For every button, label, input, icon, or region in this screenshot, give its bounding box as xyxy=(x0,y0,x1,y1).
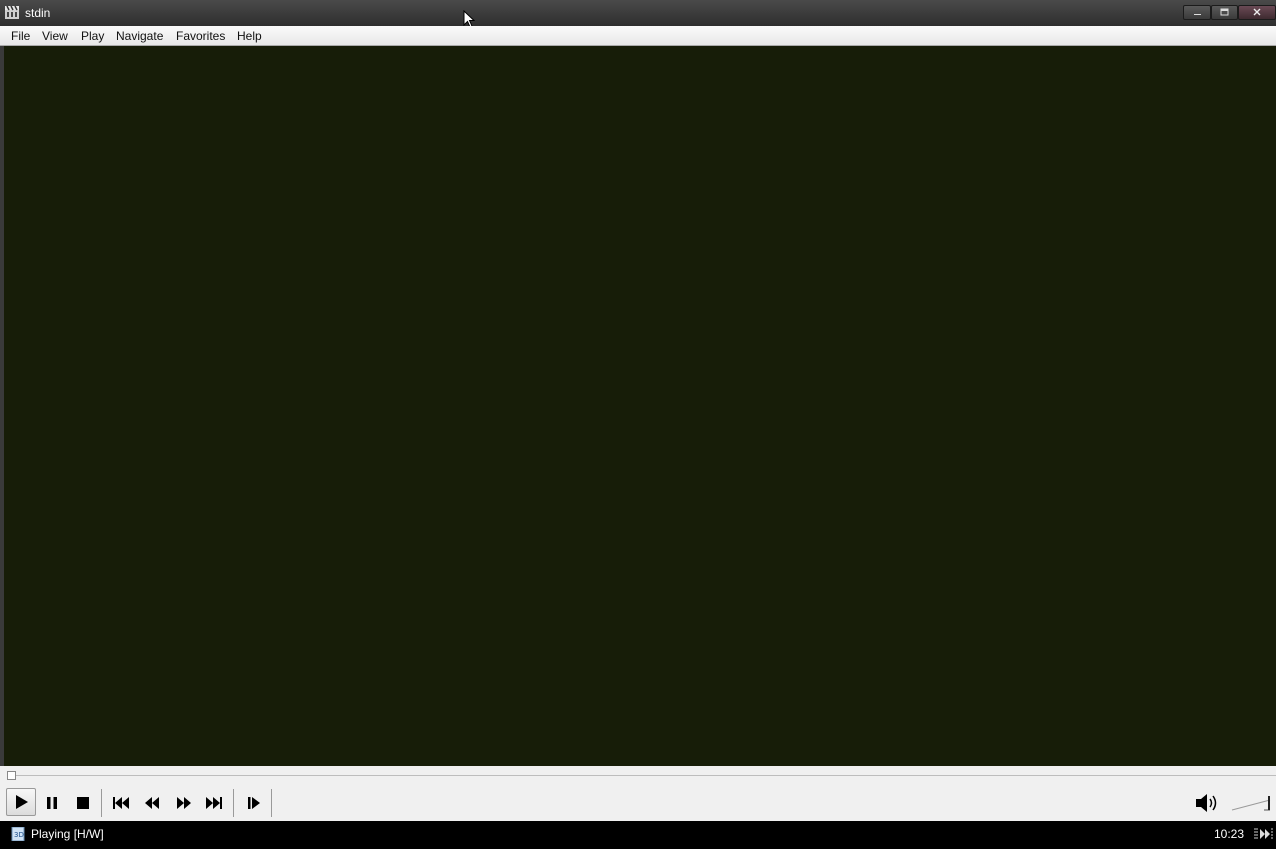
skip-back-icon xyxy=(113,797,129,809)
title-bar[interactable]: stdin xyxy=(0,0,1276,28)
seek-bar[interactable] xyxy=(0,766,1276,786)
playback-controls xyxy=(0,786,1276,821)
stop-button[interactable] xyxy=(69,791,97,815)
skip-forward-icon xyxy=(206,797,222,809)
window-title: stdin xyxy=(25,6,51,20)
playback-time: 10:23 xyxy=(1214,827,1245,841)
skip-forward-button[interactable] xyxy=(200,791,228,815)
fast-forward-icon xyxy=(177,797,191,809)
playback-status: Playing [H/W] xyxy=(31,827,104,841)
rewind-button[interactable] xyxy=(138,791,166,815)
menu-play[interactable]: Play xyxy=(81,29,104,43)
svg-text:3D: 3D xyxy=(14,831,24,839)
pause-button[interactable] xyxy=(38,791,66,815)
frame-step-icon xyxy=(248,797,260,809)
close-button[interactable] xyxy=(1238,5,1276,20)
fast-forward-button[interactable] xyxy=(170,791,198,815)
pause-icon xyxy=(47,797,57,809)
maximize-button[interactable] xyxy=(1211,5,1238,20)
menu-file[interactable]: File xyxy=(11,29,30,43)
play-button[interactable] xyxy=(6,788,36,816)
menu-view[interactable]: View xyxy=(42,29,68,43)
menu-favorites[interactable]: Favorites xyxy=(176,29,225,43)
separator xyxy=(101,789,102,817)
seek-thumb[interactable] xyxy=(7,771,16,780)
skip-back-button[interactable] xyxy=(107,791,135,815)
minimize-button[interactable] xyxy=(1183,5,1211,20)
seek-track[interactable] xyxy=(8,775,1276,776)
media-file-icon: 3D xyxy=(11,826,25,842)
video-display[interactable] xyxy=(4,46,1276,766)
menu-bar: File View Play Navigate Favorites Help xyxy=(0,26,1276,46)
separator xyxy=(271,789,272,817)
volume-slider[interactable] xyxy=(1230,790,1276,816)
stop-icon xyxy=(77,797,89,809)
frame-step-button[interactable] xyxy=(240,791,268,815)
speaker-icon[interactable] xyxy=(1194,792,1220,814)
status-bar: 3D Playing [H/W] 10:23 xyxy=(0,821,1276,849)
menu-help[interactable]: Help xyxy=(237,29,262,43)
separator xyxy=(233,789,234,817)
play-icon xyxy=(16,795,28,809)
rewind-icon xyxy=(145,797,159,809)
media-player-window: stdin File View Play Navigate Favorites … xyxy=(0,0,1276,849)
menu-navigate[interactable]: Navigate xyxy=(116,29,163,43)
film-clapper-icon xyxy=(5,5,19,19)
renderer-icon xyxy=(1254,826,1274,842)
